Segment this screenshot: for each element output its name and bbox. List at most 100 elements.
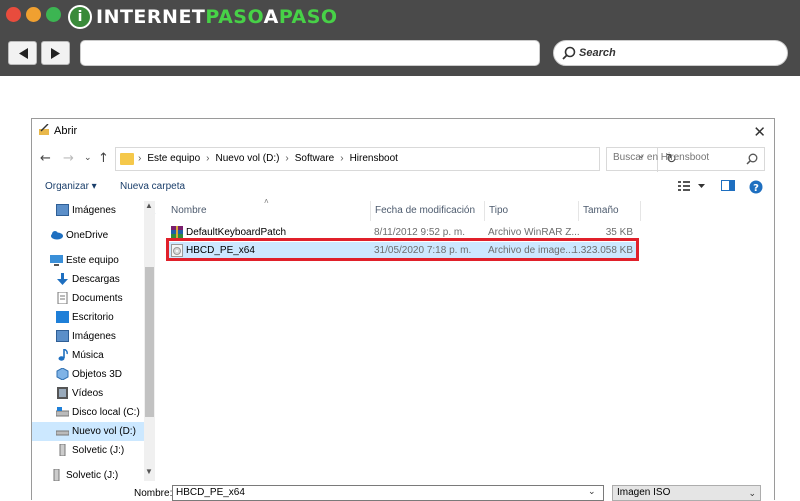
browser-forward-button[interactable] [41,41,70,65]
pictures-icon [56,330,69,342]
usb-drive-icon [53,469,60,481]
breadcrumb-separator: › [206,153,210,164]
breadcrumb-hirensboot[interactable]: Hirensboot [350,153,398,164]
usb-drive-icon [59,444,66,456]
column-header-name[interactable]: Nombre [171,205,207,216]
nav-item-onedrive[interactable]: OneDrive [50,226,156,245]
nav-item-documents[interactable]: Documents [56,289,156,308]
view-options-icon[interactable] [678,180,708,192]
drive-icon [56,407,69,417]
chevron-down-icon: ⌄ [748,489,756,499]
nav-item-videos[interactable]: Vídeos [56,384,156,403]
nav-scrollbar[interactable]: ▲ ▼ [144,201,155,481]
scroll-up-icon[interactable]: ▲ [145,201,153,210]
organize-menu[interactable]: Organizar ▾ [45,181,97,192]
url-bar[interactable] [80,40,540,66]
forward-nav-icon[interactable]: → [63,151,74,166]
nav-item-disco-local-c[interactable]: Disco local (C:) [56,403,156,422]
folder-search[interactable] [606,147,765,171]
computer-icon [50,255,63,266]
nav-item-escritorio[interactable]: Escritorio [56,308,156,327]
drive-icon [56,430,69,436]
nav-item-imagenes-quick[interactable]: Imágenes 📌 [56,201,156,220]
breadcrumb-software[interactable]: Software [295,153,334,164]
nav-item-descargas[interactable]: Descargas [56,270,156,289]
address-bar[interactable]: › Este equipo › Nuevo vol (D:) › Softwar… [115,147,677,172]
nav-item-nuevo-vol-d[interactable]: Nuevo vol (D:) [32,422,144,441]
navigation-pane: Imágenes 📌 OneDrive Este equipo Descarga… [32,199,156,481]
nav-item-solvetic-j-root[interactable]: Solvetic (J:) [50,466,156,481]
search-icon [746,153,758,165]
folder-search-input[interactable] [613,152,738,163]
minimize-window-button[interactable] [26,7,41,22]
scroll-down-icon[interactable]: ▼ [145,467,153,476]
nav-item-imagenes[interactable]: Imágenes [56,327,156,346]
maximize-window-button[interactable] [46,7,61,22]
pictures-icon [56,204,69,216]
file-name: HBCD_PE_x64 [186,245,255,256]
music-icon [58,349,68,361]
help-icon[interactable]: ? [749,180,763,194]
column-header-date[interactable]: Fecha de modificación [375,205,475,216]
nav-item-solvetic-j[interactable]: Solvetic (J:) [56,441,156,460]
column-header-type[interactable]: Tipo [489,205,508,216]
search-label: Search [579,47,616,59]
breadcrumb-este-equipo[interactable]: Este equipo [147,153,200,164]
browser-search-bar[interactable]: Search [553,40,788,66]
cloud-icon [51,231,63,240]
preview-pane-icon[interactable] [721,180,735,192]
file-type-select[interactable]: Imagen ISO ⌄ [612,485,761,501]
recent-locations-icon[interactable]: ⌄ [84,153,92,163]
file-date: 8/11/2012 9:52 p. m. [374,227,465,238]
filename-label: Nombre: [134,488,173,499]
dialog-close-button[interactable]: ✕ [753,123,766,141]
logo-text-paso: PASO [205,6,264,28]
logo-text-internet: INTERNET [96,6,206,28]
up-folder-icon[interactable]: ↑ [98,151,109,166]
new-folder-button[interactable]: Nueva carpeta [120,181,185,192]
sort-ascending-icon: ˄ [264,197,269,206]
nav-item-musica[interactable]: Música [56,346,156,365]
table-row-selected[interactable]: HBCD_PE_x64 31/05/2020 7:18 p. m. Archiv… [168,242,638,259]
document-icon [57,292,68,304]
column-separator [370,201,371,221]
breadcrumb-nuevo-vol[interactable]: Nuevo vol (D:) [216,153,280,164]
search-icon [562,46,576,60]
address-row: ← → ⌄ ↑ › Este equipo › Nuevo vol (D:) ›… [32,147,774,172]
dialog-footer: Nombre: HBCD_PE_x64 ⌄ Imagen ISO ⌄ [32,481,774,501]
disc-image-icon [171,244,183,257]
dialog-toolbar: Organizar ▾ Nueva carpeta ? [32,177,774,197]
scrollbar-thumb[interactable] [145,267,154,417]
table-row[interactable]: DefaultKeyboardPatch 8/11/2012 9:52 p. m… [168,224,638,241]
dialog-titlebar: Abrir ✕ [32,119,774,143]
logo-icon: i [68,5,92,29]
video-icon [57,387,68,399]
breadcrumb-separator: › [285,153,289,164]
browser-chrome: i INTERNETPASOAPASO Search [0,0,800,76]
nav-item-objetos-3d[interactable]: Objetos 3D [56,365,156,384]
column-separator [640,201,641,221]
svg-text:?: ? [753,183,759,194]
forward-arrow-icon [51,48,60,59]
file-type-value: Imagen ISO [617,487,671,498]
open-file-dialog: Abrir ✕ ← → ⌄ ↑ › Este equipo › Nuevo vo… [31,118,775,501]
column-header-size[interactable]: Tamaño [583,205,619,216]
desktop-icon [56,311,69,323]
back-nav-icon[interactable]: ← [40,151,51,166]
cube-icon [56,368,69,380]
file-list: Nombre ˄ Fecha de modificación Tipo Tama… [164,197,772,479]
file-date: 31/05/2020 7:18 p. m. [374,245,472,256]
column-separator [484,201,485,221]
chevron-down-icon[interactable]: ⌄ [588,487,596,497]
close-window-button[interactable] [6,7,21,22]
filename-input[interactable]: HBCD_PE_x64 [172,485,604,501]
nav-item-este-equipo[interactable]: Este equipo [50,251,156,270]
browser-back-button[interactable] [8,41,37,65]
winrar-icon [171,226,183,239]
folder-icon [120,153,134,165]
file-size: 1.323.058 KB [572,245,633,256]
file-name: DefaultKeyboardPatch [186,227,287,238]
logo-text-paso-2: PASO [278,6,338,28]
file-size: 35 KB [605,227,633,238]
breadcrumb: › Este equipo › Nuevo vol (D:) › Softwar… [138,153,404,164]
